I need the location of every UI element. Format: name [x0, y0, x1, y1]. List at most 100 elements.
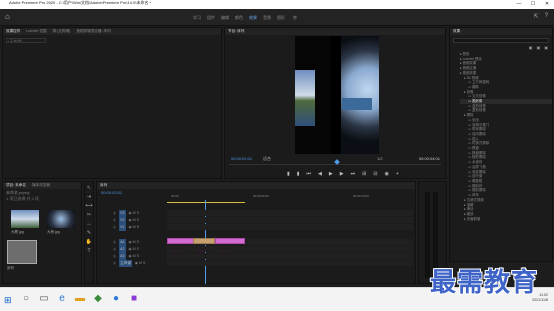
workspace-tab-7[interactable]: 库	[288, 15, 302, 21]
track-label[interactable]: A1	[119, 239, 126, 246]
source-tab-2[interactable]: 源:(无剪辑)	[53, 28, 71, 35]
track-label[interactable]: A3	[119, 253, 126, 260]
insert-icon[interactable]: ⊞	[362, 171, 366, 177]
project-name: 未命名.prproj	[6, 190, 30, 195]
explorer-icon[interactable]: ▬	[74, 293, 86, 305]
workspace-tab-4[interactable]: 效果	[246, 15, 260, 21]
close-button[interactable]: ✕	[540, 0, 554, 9]
ruler-label-0: 00:00	[171, 194, 179, 198]
track-toggle-icon[interactable]: ◎	[113, 260, 116, 267]
source-tab-1[interactable]: Lumetri 范围	[26, 28, 46, 35]
quality-select[interactable]: 1/2	[377, 156, 383, 161]
settings-icon[interactable]: +	[396, 171, 399, 177]
maximize-button[interactable]: ☐	[526, 0, 540, 9]
timeline-tab[interactable]: 序列	[100, 182, 107, 189]
32bit-icon[interactable]: ▣	[536, 45, 540, 50]
project-tab-1[interactable]: 媒体浏览器	[32, 182, 50, 189]
step-back-icon[interactable]: ◀	[318, 171, 322, 177]
effect-item-35[interactable]: ▸ 页面剥落	[460, 217, 552, 222]
windows-start-icon[interactable]: ⊞	[4, 295, 12, 306]
edge-icon[interactable]: e	[56, 293, 68, 305]
project-tab-0[interactable]: 项目: 未命名	[6, 182, 26, 189]
media-thumb-bridge[interactable]	[47, 210, 75, 228]
zoom-select[interactable]: 适合	[263, 156, 271, 162]
playhead-timecode[interactable]: 00:00:02:01	[231, 156, 252, 161]
track-controls[interactable]: ◉ M S	[135, 260, 146, 267]
sequence-thumb[interactable]	[7, 240, 37, 264]
track-lane[interactable]	[167, 260, 413, 266]
slip-icon[interactable]: ↔	[85, 221, 93, 227]
track-label[interactable]: A2	[119, 246, 126, 253]
track-controls[interactable]: ◉ M S	[129, 224, 140, 231]
workspace-tab-0[interactable]: 学习	[190, 15, 204, 21]
pen-icon[interactable]: ✎	[85, 230, 93, 236]
source-tab-3[interactable]: 音频剪辑混合器: 序列	[76, 28, 110, 35]
track-lane[interactable]	[167, 224, 413, 230]
mark-in-icon[interactable]: ▮	[287, 171, 290, 177]
track-lane[interactable]	[167, 210, 413, 216]
clip-bridge[interactable]: 大桥.jpg	[215, 238, 245, 253]
track-toggle-icon[interactable]: ◎	[113, 239, 116, 246]
track-label[interactable]: V1	[119, 224, 126, 231]
ripple-edit-icon[interactable]: ⟷	[85, 203, 93, 209]
workspace-tab-3[interactable]: 颜色	[232, 15, 246, 21]
type-icon[interactable]: T	[85, 248, 93, 254]
track-controls[interactable]: ◉ M S	[129, 246, 140, 253]
premiere-icon[interactable]: ■	[128, 293, 140, 305]
source-tab-0[interactable]: 效果控件	[6, 28, 20, 35]
timeline-timecode[interactable]: 00:00:02:01	[101, 190, 122, 195]
accelerated-icon[interactable]: ▣	[529, 45, 533, 50]
selection-tool-icon[interactable]: ↖	[85, 185, 93, 191]
track-toggle-icon[interactable]: ◎	[113, 253, 116, 260]
program-ruler[interactable]	[229, 164, 441, 167]
transition-circle-wipe[interactable]: 圆划像	[193, 238, 215, 253]
workspace-tab-5[interactable]: 音频	[260, 15, 274, 21]
track-toggle-icon[interactable]: ◎	[113, 217, 116, 224]
tools-panel: ↖ ⇥ ⟷ ✂ ↔ ✎ ✋ T	[84, 181, 94, 284]
track-label[interactable]: 主声道	[119, 260, 132, 267]
razor-icon[interactable]: ✂	[85, 212, 93, 218]
track-label[interactable]: V3	[119, 210, 126, 217]
track-select-icon[interactable]: ⇥	[85, 194, 93, 200]
track-5: ◎ A3 ◉ M S	[99, 253, 415, 260]
project-count: 1 项已选择,共 3 项	[6, 196, 39, 201]
track-controls[interactable]: ◉ M S	[129, 253, 140, 260]
step-forward-icon[interactable]: ▶	[340, 171, 344, 177]
track-controls[interactable]: ◉ M S	[129, 217, 140, 224]
track-lane[interactable]	[167, 253, 413, 259]
yuv-icon[interactable]: ▣	[544, 45, 548, 50]
track-controls[interactable]: ◉ M S	[129, 210, 140, 217]
qq-icon[interactable]: ●	[110, 293, 122, 305]
track-lane[interactable]	[167, 217, 413, 223]
export-frame-icon[interactable]: ◉	[385, 171, 389, 177]
quick-export-icon[interactable]: ⇱	[534, 13, 539, 20]
media-thumb-building[interactable]	[11, 210, 39, 228]
overwrite-icon[interactable]: ⊟	[373, 171, 377, 177]
go-to-out-icon[interactable]: ⏭	[351, 171, 356, 177]
hand-icon[interactable]: ✋	[85, 239, 93, 245]
program-tab[interactable]: 节目: 序列	[228, 28, 244, 35]
app-icon-green[interactable]: ◆	[92, 293, 104, 305]
track-toggle-icon[interactable]: ◎	[113, 224, 116, 231]
play-icon[interactable]: ▶	[329, 171, 333, 177]
mark-out-icon[interactable]: ▮	[297, 171, 300, 177]
track-0: ◎ V3 ◉ M S	[99, 210, 415, 217]
search-icon[interactable]: ○	[20, 293, 32, 305]
workspace-tab-6[interactable]: 图形	[274, 15, 288, 21]
taskview-icon[interactable]: ▭	[38, 293, 50, 305]
sequence-label: 序列	[7, 266, 14, 270]
track-4: ◎ A2 ◉ M S	[99, 246, 415, 253]
go-to-in-icon[interactable]: ⏮	[307, 171, 312, 177]
help-icon[interactable]: ?	[545, 13, 548, 20]
effects-tab[interactable]: 效果	[453, 28, 460, 35]
track-label[interactable]: V2	[119, 217, 126, 224]
track-toggle-icon[interactable]: ◎	[113, 246, 116, 253]
workspace-tab-2[interactable]: 编辑	[218, 15, 232, 21]
minimize-button[interactable]: —	[512, 0, 526, 9]
home-icon[interactable]: ⌂	[5, 13, 13, 21]
track-6: ◎ 主声道 ◉ M S	[99, 260, 415, 267]
work-area-bar[interactable]	[167, 202, 245, 203]
track-toggle-icon[interactable]: ◎	[113, 210, 116, 217]
track-controls[interactable]: ◉ M S	[129, 239, 140, 246]
workspace-tab-1[interactable]: 组件	[204, 15, 218, 21]
